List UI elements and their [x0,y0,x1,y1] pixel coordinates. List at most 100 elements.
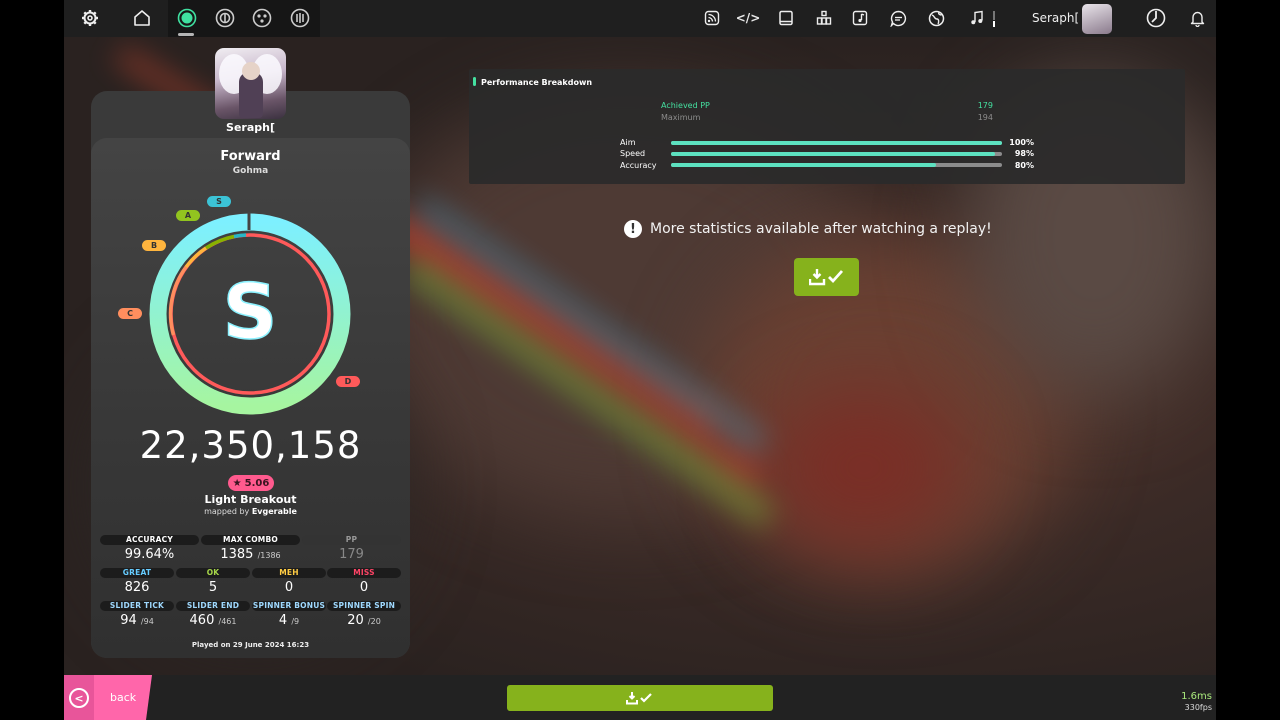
replay-download-button[interactable] [794,258,859,296]
star-icon: ★ [232,477,242,489]
info-icon: ! [624,220,642,238]
framerate: 330fps [1184,703,1212,712]
section-accent [473,77,476,86]
stat-max-combo: MAX COMBO 1385 /1386 [201,535,300,562]
letterbox: </> Seraph[Seraph[Forward Gohma S S A … [0,0,1280,720]
chat-icon[interactable] [888,8,908,28]
stat-label: MAX COMBO [201,535,300,545]
performance-title: Performance Breakdown [481,78,593,87]
stat-great: GREAT 826 [100,568,174,595]
music-icon[interactable] [967,8,987,28]
stat-label: OK [176,568,250,578]
gear-icon[interactable] [80,8,100,28]
catch-ruleset-icon[interactable] [252,8,272,28]
stat-spinner-spin: SPINNER SPIN 20 /20 [327,601,401,628]
toolbar: </> Seraph[ [64,0,1216,37]
stat-value: 0 [359,580,369,595]
back-arrow-icon: < [69,688,89,708]
speed-bar [671,152,1002,156]
stat-value: 99.64% [124,547,175,562]
globe-icon[interactable] [926,8,946,28]
accuracy-bar-fill [671,163,936,167]
beatmap-title: Forward [220,149,281,164]
download-check-icon [626,692,652,705]
grade-label-d: D [336,376,360,387]
taiko-ruleset-icon[interactable] [215,8,235,28]
maximum-pp-label: Maximum [661,113,701,122]
stat-label: GREAT [100,568,174,578]
toolbar-username[interactable]: Seraph[ [1032,11,1079,25]
player-avatar[interactable] [215,48,286,119]
toolbar-avatar[interactable] [1082,4,1112,34]
stat-slider-tick: SLIDER TICK 94 /94 [100,601,174,628]
grade-label-a: A [176,210,200,221]
mapper-line: mapped by Evgerable [91,507,410,516]
stat-label: MISS [327,568,401,578]
maximum-pp-value: 194 [977,113,993,122]
stat-label: MEH [252,568,326,578]
stat-value: 0 [284,580,294,595]
accuracy-label: Accuracy [620,161,657,170]
speed-bar-fill [671,152,996,156]
stat-value: 20 /20 [347,613,381,628]
news-icon[interactable] [702,8,722,28]
beatmap-listing-icon[interactable] [850,8,870,28]
results-screen: </> Seraph[Seraph[Forward Gohma S S A … [64,0,1216,720]
stat-pp: PP 179 [302,535,401,562]
performance-breakdown: Performance Breakdown Achieved PP 179 Ma… [469,69,1185,184]
back-button[interactable]: < back [64,675,152,720]
stat-accuracy: ACCURACY 99.64% [100,535,199,562]
achieved-pp-value: 179 [977,101,993,110]
stat-label: SLIDER END [176,601,250,611]
home-icon[interactable] [132,8,152,28]
wiki-icon[interactable] [776,8,796,28]
total-score: 22,350,158 [139,424,362,467]
clock-icon[interactable] [1146,8,1166,28]
ruleset-active-indicator [178,33,194,36]
star-rating-badge: ★ 5.06 [228,475,274,491]
grade-s-band [233,233,247,239]
grade-label-s: S [207,196,231,207]
bell-icon[interactable] [1187,8,1207,28]
aim-label: Aim [620,138,636,147]
replay-notice-text: More statistics available after watching… [650,221,992,237]
difficulty-name: Light Breakout [204,493,297,506]
aim-bar [671,141,1002,145]
accuracy-percent: 80% [1014,161,1034,170]
played-date: Played on 29 June 2024 16:23 [191,641,310,649]
speed-percent: 98% [1014,149,1034,158]
accuracy-ring: S [149,212,351,415]
stat-slider-end: SLIDER END 460 /461 [176,601,250,628]
volume-meter [993,11,996,27]
mania-ruleset-icon[interactable] [290,8,310,28]
player-username[interactable]: Seraph[ [215,121,286,134]
back-label: back [110,691,137,704]
stat-label: SPINNER SPIN [327,601,401,611]
code-icon[interactable]: </> [736,8,761,28]
mapped-by-prefix: mapped by [204,507,250,516]
stat-ok: OK 5 [176,568,250,595]
osu-ruleset-icon[interactable] [177,8,197,28]
footer-download-button[interactable] [507,685,773,711]
star-rating-value: 5.06 [244,477,270,489]
speed-label: Speed [620,149,646,158]
stat-spinner-bonus: SPINNER BONUS 4 /9 [252,601,326,628]
beatmap-artist: Gohma [232,166,269,176]
stat-label: SLIDER TICK [100,601,174,611]
stat-value: 179 [339,547,364,562]
stat-miss: MISS 0 [327,568,401,595]
replay-notice: ! More statistics available after watchi… [624,220,992,238]
aim-percent: 100% [1009,138,1034,147]
stat-value: 94 /94 [120,613,154,628]
grade-letter: S [223,267,278,356]
stat-label: ACCURACY [100,535,199,545]
grade-label-c: C [118,308,142,319]
fps-counter: 1.6ms 330fps [1174,691,1212,713]
rankings-icon[interactable] [814,8,834,28]
stat-meh: MEH 0 [252,568,326,595]
mapper-name[interactable]: Evgerable [252,507,297,516]
stat-label: PP [302,535,401,545]
stat-label: SPINNER BONUS [252,601,326,611]
aim-bar-fill [671,141,1002,145]
stat-value: 1385 /1386 [220,547,281,562]
